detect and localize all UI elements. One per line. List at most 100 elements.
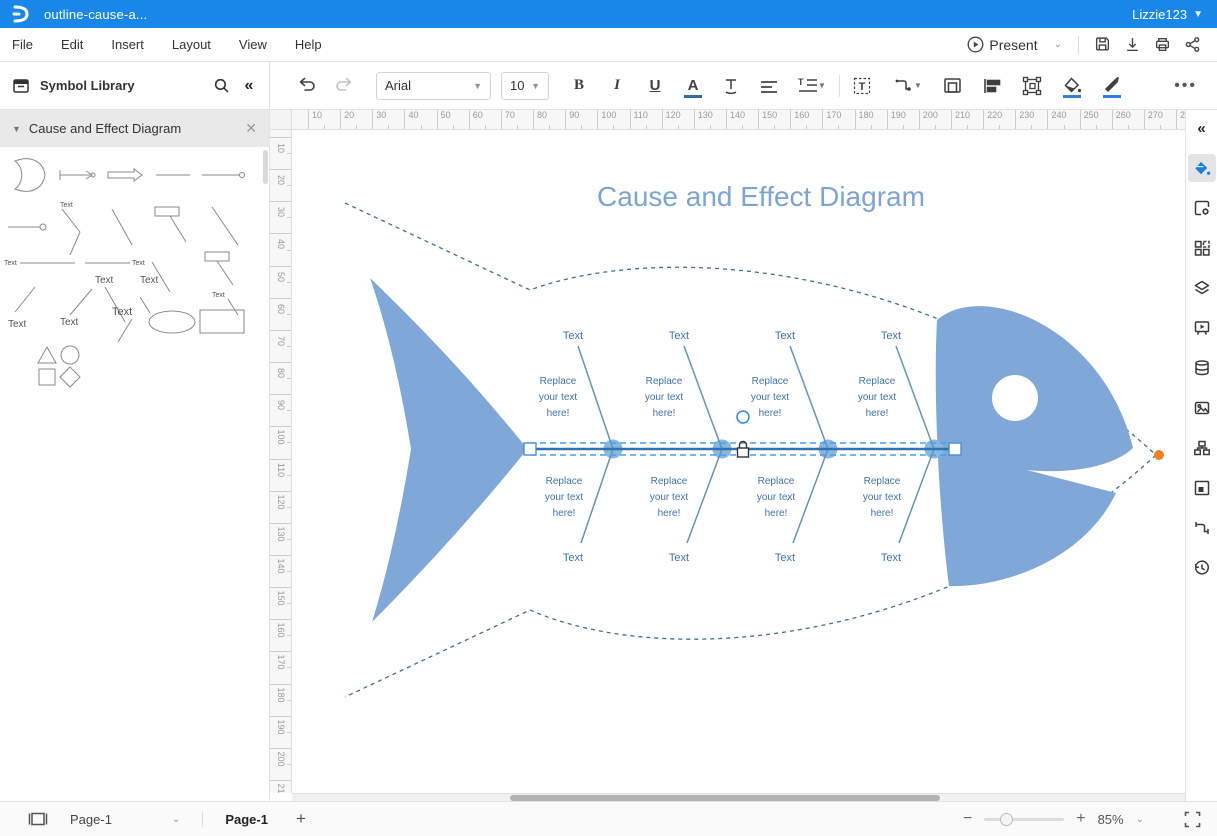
cause-text-top[interactable]: Replace (859, 376, 896, 387)
selection-handle-left[interactable] (524, 443, 536, 455)
connection-point-circle[interactable] (737, 411, 749, 423)
slide-view-icon[interactable] (28, 811, 48, 827)
bone-line-bottom[interactable] (581, 449, 613, 543)
bone-label-top[interactable]: Text (563, 330, 583, 342)
bone-line-bottom[interactable] (687, 449, 722, 543)
cause-text-bottom[interactable]: your text (545, 492, 584, 503)
bone-line-top[interactable] (790, 346, 828, 449)
layers-icon[interactable] (1188, 274, 1216, 302)
cause-text-top[interactable]: here! (653, 408, 676, 419)
cause-text-top[interactable]: your text (858, 392, 897, 403)
library-collapse-icon[interactable]: « (235, 72, 263, 100)
menu-view[interactable]: View (225, 28, 281, 61)
connector-tool[interactable]: ▼ (890, 72, 926, 100)
container-tool[interactable] (938, 72, 966, 100)
menu-file[interactable]: File (0, 28, 47, 61)
present-button[interactable]: Present (961, 34, 1043, 55)
diagram-title[interactable]: Cause and Effect Diagram (597, 181, 925, 212)
close-icon[interactable]: ✕ (245, 120, 257, 137)
cause-text-bottom[interactable]: here! (658, 508, 681, 519)
menu-insert[interactable]: Insert (97, 28, 158, 61)
cause-text-bottom[interactable]: your text (863, 492, 902, 503)
text-spacing-button[interactable] (717, 72, 745, 100)
bone-line-top[interactable] (578, 346, 613, 449)
connector-route-icon[interactable] (1188, 514, 1216, 542)
data-icon[interactable] (1188, 354, 1216, 382)
app-logo-icon[interactable] (8, 4, 34, 24)
cause-text-top[interactable]: your text (645, 392, 684, 403)
download-icon[interactable] (1119, 33, 1145, 57)
bone-label-bottom[interactable]: Text (669, 552, 689, 564)
undo-button[interactable] (292, 72, 320, 100)
bone-line-bottom[interactable] (793, 449, 828, 543)
zoom-slider[interactable] (984, 818, 1064, 821)
menu-edit[interactable]: Edit (47, 28, 97, 61)
zoom-slider-thumb[interactable] (1000, 813, 1013, 826)
cause-text-bottom[interactable]: Replace (651, 476, 688, 487)
page-settings-icon[interactable] (1188, 194, 1216, 222)
more-tools-button[interactable]: ••• (1174, 77, 1197, 95)
cause-text-bottom[interactable]: your text (757, 492, 796, 503)
menu-help[interactable]: Help (281, 28, 336, 61)
align-shapes-tool[interactable] (978, 72, 1006, 100)
bone-label-bottom[interactable]: Text (563, 552, 583, 564)
zoom-level[interactable]: 85% (1098, 812, 1124, 827)
font-color-button[interactable]: A (679, 72, 707, 100)
bone-label-top[interactable]: Text (669, 330, 689, 342)
page-tab[interactable]: Page-1 (225, 812, 268, 827)
save-icon[interactable] (1089, 33, 1115, 57)
fill-color-button[interactable] (1058, 72, 1086, 100)
selection-handle-right[interactable] (949, 443, 961, 455)
cause-text-bottom[interactable]: Replace (864, 476, 901, 487)
bone-label-top[interactable]: Text (881, 330, 901, 342)
text-box-tool[interactable]: T (848, 72, 876, 100)
org-structure-icon[interactable] (1188, 434, 1216, 462)
present-chevron-down-icon[interactable]: ⌄ (1048, 39, 1068, 50)
zoom-in-button[interactable]: + (1076, 810, 1085, 828)
cause-text-bottom[interactable]: here! (765, 508, 788, 519)
horizontal-scrollbar[interactable] (292, 793, 1185, 801)
line-spacing-button[interactable]: T ▼ (793, 72, 831, 100)
page-canvas[interactable]: Cause and Effect Diagram Text Replace your… (292, 130, 1185, 793)
align-text-button[interactable] (755, 72, 783, 100)
redo-button[interactable] (330, 72, 358, 100)
bones-layer[interactable]: Text Replace your text here! Text Replace your… (539, 330, 944, 564)
cause-text-bottom[interactable]: your text (650, 492, 689, 503)
page-select-dropdown[interactable]: Page-1 ⌄ (70, 812, 180, 827)
account-menu[interactable]: Lizzie123 ▼ (1132, 7, 1203, 22)
italic-button[interactable]: I (603, 72, 631, 100)
line-style-button[interactable] (1098, 72, 1126, 100)
bone-line-top[interactable] (896, 346, 934, 449)
cause-text-top[interactable]: here! (759, 408, 782, 419)
cause-text-top[interactable]: Replace (646, 376, 683, 387)
cause-text-top[interactable]: here! (866, 408, 889, 419)
sidebar-collapse-icon[interactable]: « (1188, 114, 1216, 142)
cause-text-top[interactable]: your text (751, 392, 790, 403)
fill-style-icon[interactable] (1188, 154, 1216, 182)
font-family-select[interactable]: Arial ▼ (376, 72, 491, 100)
bone-label-top[interactable]: Text (775, 330, 795, 342)
fish-tail-shape[interactable] (370, 278, 525, 622)
share-icon[interactable] (1179, 33, 1205, 57)
frame-icon[interactable] (1188, 474, 1216, 502)
add-page-button[interactable]: + (296, 809, 306, 829)
components-icon[interactable] (1188, 234, 1216, 262)
cause-text-bottom[interactable]: Replace (546, 476, 583, 487)
zoom-out-button[interactable]: − (963, 810, 972, 828)
zoom-chevron-down-icon[interactable]: ⌄ (1136, 814, 1144, 825)
bone-line-top[interactable] (684, 346, 722, 449)
bone-label-bottom[interactable]: Text (775, 552, 795, 564)
presentation-icon[interactable] (1188, 314, 1216, 342)
fullscreen-icon[interactable] (1184, 811, 1201, 828)
cause-text-top[interactable]: Replace (752, 376, 789, 387)
arrange-tool[interactable] (1018, 72, 1046, 100)
cause-text-top[interactable]: Replace (540, 376, 577, 387)
cause-text-top[interactable]: here! (547, 408, 570, 419)
print-icon[interactable] (1149, 33, 1175, 57)
bold-button[interactable]: B (565, 72, 593, 100)
bone-label-bottom[interactable]: Text (881, 552, 901, 564)
font-size-select[interactable]: 10 ▼ (501, 72, 549, 100)
image-icon[interactable] (1188, 394, 1216, 422)
anchor-point-orange[interactable] (1154, 450, 1164, 460)
cause-text-bottom[interactable]: here! (871, 508, 894, 519)
